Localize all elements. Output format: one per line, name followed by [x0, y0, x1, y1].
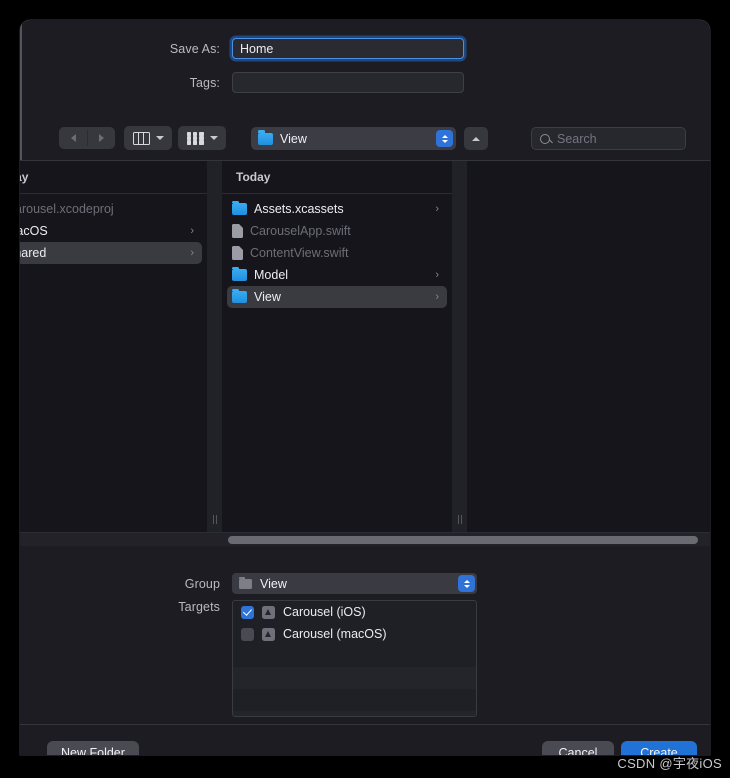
item-label: Shared — [20, 246, 47, 260]
targets-list[interactable]: Carousel (iOS) Carousel (macOS) — [232, 600, 477, 717]
cancel-button[interactable]: Cancel — [542, 741, 614, 755]
disclosure-icon: › — [190, 247, 194, 259]
disclosure-icon: › — [435, 269, 439, 281]
item-label: macOS — [20, 224, 48, 238]
search-field[interactable]: Search — [531, 127, 686, 150]
table-row-empty — [233, 667, 476, 689]
item-label: Model — [254, 268, 289, 282]
list-item[interactable]: CarouselApp.swift — [227, 220, 447, 242]
go-up-button[interactable] — [464, 127, 488, 150]
group-row: Group View — [20, 573, 477, 594]
back-button[interactable] — [59, 127, 87, 149]
targets-row: Targets Carousel (iOS) Carousel (macOS) — [20, 600, 477, 717]
table-row[interactable]: Carousel (macOS) — [233, 623, 476, 645]
group-label: Group — [184, 576, 220, 591]
save-as-row: Save As: Home — [20, 38, 464, 59]
list-item[interactable]: Model › — [227, 264, 447, 286]
search-icon — [540, 133, 550, 144]
list-item[interactable]: View › — [227, 286, 447, 308]
save-as-label: Save As: — [169, 41, 220, 56]
folder-icon — [232, 266, 247, 281]
list-item[interactable]: ContentView.swift — [227, 242, 447, 264]
chevron-right-icon — [98, 134, 104, 142]
grid-view-icon — [186, 131, 204, 145]
chevron-left-icon — [70, 134, 76, 142]
tags-row: Tags: — [20, 72, 464, 93]
group-header: Today — [222, 161, 452, 194]
column-resize-handle[interactable] — [452, 161, 467, 532]
dialog-footer: New Folder Cancel Create — [20, 725, 710, 755]
nav-divider — [87, 130, 88, 146]
resize-grip-icon — [212, 515, 217, 524]
file-browser: Today Carousel.xcodeproj macOS › Shared … — [20, 161, 710, 532]
forward-button[interactable] — [87, 127, 115, 149]
target-label: Carousel (iOS) — [283, 605, 366, 619]
app-target-icon — [262, 605, 275, 619]
screenshot-root: Save As: Home Tags: View Search y rousel… — [0, 0, 730, 778]
item-label: View — [254, 290, 281, 304]
column-1-rows: Carousel.xcodeproj macOS › Shared › — [20, 194, 207, 264]
file-icon — [232, 224, 243, 238]
table-row[interactable]: Carousel (iOS) — [233, 601, 476, 623]
checkbox-checked-icon[interactable] — [241, 605, 254, 619]
checkbox-unchecked-icon[interactable] — [241, 627, 254, 641]
search-placeholder: Search — [557, 131, 597, 146]
table-row-empty — [233, 711, 476, 716]
new-folder-button[interactable]: New Folder — [47, 741, 139, 755]
browser-column-1[interactable]: Today Carousel.xcodeproj macOS › Shared … — [20, 161, 207, 532]
table-row-empty — [233, 645, 476, 667]
tags-label: Tags: — [189, 75, 220, 90]
list-item[interactable]: Assets.xcassets › — [227, 198, 447, 220]
disclosure-icon: › — [190, 225, 194, 237]
group-popup-button[interactable]: View — [232, 573, 477, 594]
chevron-up-icon — [472, 136, 480, 141]
tags-input[interactable] — [232, 72, 464, 93]
group-popup-value: View — [260, 576, 287, 591]
watermark: CSDN @宇夜iOS — [617, 756, 722, 771]
horizontal-scrollbar[interactable] — [20, 532, 710, 546]
save-dialog-sheet: Save As: Home Tags: View Search y rousel… — [20, 20, 710, 755]
column-view-icon — [132, 131, 150, 145]
item-label: ContentView.swift — [250, 246, 349, 260]
list-item[interactable]: Shared › — [20, 242, 202, 264]
column-resize-handle[interactable] — [207, 161, 222, 532]
browser-column-3[interactable] — [467, 161, 710, 532]
targets-label: Targets — [178, 600, 220, 614]
group-header: Today — [20, 161, 207, 194]
scrollbar-thumb[interactable] — [228, 536, 698, 544]
item-label: Assets.xcassets — [254, 202, 344, 216]
column-2-rows: Assets.xcassets › CarouselApp.swift Cont… — [222, 194, 452, 308]
icon-view-button[interactable] — [178, 126, 226, 150]
chevron-down-icon — [155, 136, 164, 140]
folder-icon — [232, 200, 247, 215]
options-panel: Group View Targets Carousel (iOS) Carous… — [20, 546, 710, 725]
target-label: Carousel (macOS) — [283, 627, 387, 641]
folder-icon — [232, 288, 247, 303]
list-item[interactable]: Carousel.xcodeproj — [20, 198, 202, 220]
item-label: CarouselApp.swift — [250, 224, 351, 238]
list-item[interactable]: macOS › — [20, 220, 202, 242]
path-popup-label: View — [280, 131, 307, 146]
column-view-button[interactable] — [124, 126, 172, 150]
disclosure-icon: › — [435, 203, 439, 215]
item-label: Carousel.xcodeproj — [20, 202, 114, 216]
path-stepper-icon[interactable] — [436, 130, 453, 147]
path-popup-button[interactable]: View — [251, 127, 456, 150]
disclosure-icon: › — [435, 291, 439, 303]
table-row-empty — [233, 689, 476, 711]
app-target-icon — [262, 627, 275, 641]
browser-toolbar: View Search — [20, 116, 710, 160]
chevron-down-icon — [209, 136, 218, 140]
browser-column-2[interactable]: Today Assets.xcassets › CarouselApp.swif… — [222, 161, 452, 532]
file-icon — [232, 246, 243, 260]
save-as-input[interactable]: Home — [232, 38, 464, 59]
resize-grip-icon — [457, 515, 462, 524]
folder-icon — [239, 576, 252, 589]
group-stepper-icon[interactable] — [458, 575, 475, 592]
folder-icon — [258, 130, 273, 145]
